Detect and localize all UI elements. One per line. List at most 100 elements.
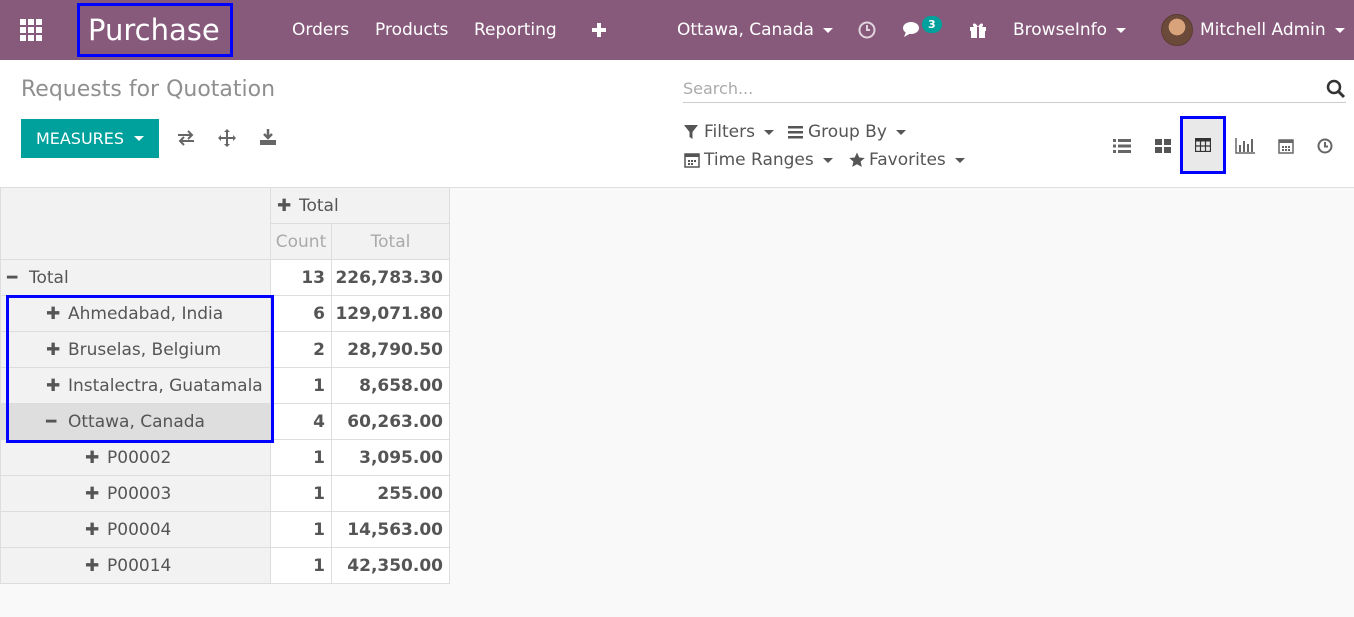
pivot-row-label: Bruselas, Belgium bbox=[68, 339, 222, 360]
search-input[interactable] bbox=[683, 75, 1303, 101]
pivot-row-header[interactable]: ✚ Bruselas, Belgium bbox=[0, 331, 271, 368]
pivot-cell-total[interactable]: 60,263.00 bbox=[331, 403, 450, 440]
chevron-down-icon bbox=[134, 136, 145, 141]
pivot-row-header[interactable]: ✚ P00003 bbox=[0, 475, 271, 512]
pivot-cell-count[interactable]: 6 bbox=[270, 295, 332, 332]
chevron-down-icon bbox=[822, 157, 833, 163]
table-row: ━ Ottawa, Canada 4 60,263.00 bbox=[0, 403, 450, 440]
pivot-col-header-label: Total bbox=[299, 195, 339, 216]
pivot-row-header[interactable]: ━ Ottawa, Canada bbox=[0, 403, 271, 440]
plus-icon: ✚ bbox=[46, 375, 61, 396]
company-switcher-label: Ottawa, Canada bbox=[677, 20, 814, 40]
plus-icon[interactable] bbox=[592, 0, 606, 60]
pivot-cell-total[interactable]: 255.00 bbox=[331, 475, 450, 512]
list-view-icon[interactable] bbox=[1108, 132, 1136, 160]
pivot-cell-count[interactable]: 1 bbox=[270, 475, 332, 512]
pivot-cell-total[interactable]: 226,783.30 bbox=[331, 259, 450, 296]
filters-dropdown[interactable]: Filters bbox=[684, 122, 774, 142]
measure-header-count[interactable]: Count bbox=[270, 223, 332, 260]
plus-icon: ✚ bbox=[277, 195, 292, 216]
menu-orders[interactable]: Orders bbox=[292, 0, 349, 60]
kanban-view-icon[interactable] bbox=[1149, 132, 1177, 160]
timeranges-dropdown[interactable]: Time Ranges bbox=[684, 150, 833, 170]
messages-count-badge: 3 bbox=[922, 16, 942, 33]
pivot-cell-total[interactable]: 14,563.00 bbox=[331, 511, 450, 548]
pivot-cell-total[interactable]: 42,350.00 bbox=[331, 547, 450, 584]
pivot-col-header-total[interactable]: ✚ Total bbox=[270, 187, 450, 224]
pivot-cell-total[interactable]: 129,071.80 bbox=[331, 295, 450, 332]
search-icon[interactable] bbox=[1326, 79, 1346, 99]
pivot-body: ━ Total 13 226,783.30 ✚ Ahmedabad, India 6 129,… bbox=[0, 259, 450, 584]
activity-view-icon[interactable] bbox=[1311, 132, 1339, 160]
measures-button[interactable]: MEASURES bbox=[21, 119, 159, 158]
control-panel: Requests for Quotation MEASURES Filters … bbox=[0, 60, 1354, 188]
pivot-cell-count[interactable]: 4 bbox=[270, 403, 332, 440]
gift-icon[interactable] bbox=[969, 0, 987, 60]
graph-view-icon[interactable] bbox=[1231, 132, 1259, 160]
chevron-down-icon bbox=[763, 129, 774, 135]
expand-all-icon[interactable] bbox=[216, 127, 238, 149]
plus-icon: ✚ bbox=[46, 339, 61, 360]
favorites-dropdown[interactable]: Favorites bbox=[849, 150, 965, 170]
pivot-view-icon[interactable] bbox=[1180, 116, 1226, 174]
chevron-down-icon bbox=[1116, 27, 1127, 33]
pivot-cell-total[interactable]: 3,095.00 bbox=[331, 439, 450, 476]
measures-button-label: MEASURES bbox=[35, 129, 125, 148]
calendar-view-icon[interactable] bbox=[1272, 132, 1300, 160]
pivot-row-header[interactable]: ✚ P00002 bbox=[0, 439, 271, 476]
pivot-cell-count[interactable]: 2 bbox=[270, 331, 332, 368]
table-row: ✚ P00004 1 14,563.00 bbox=[0, 511, 450, 548]
timeranges-label: Time Ranges bbox=[704, 150, 814, 170]
user-menu[interactable]: Mitchell Admin bbox=[1161, 0, 1345, 60]
menu-products[interactable]: Products bbox=[375, 0, 448, 60]
user-name: Mitchell Admin bbox=[1200, 20, 1326, 40]
browseinfo-menu[interactable]: BrowseInfo bbox=[1013, 0, 1127, 60]
table-row: ✚ Bruselas, Belgium 2 28,790.50 bbox=[0, 331, 450, 368]
pivot-cell-count[interactable]: 1 bbox=[270, 439, 332, 476]
clock-icon[interactable] bbox=[858, 0, 876, 60]
pivot-row-header[interactable]: ━ Total bbox=[0, 259, 271, 296]
table-row: ✚ P00014 1 42,350.00 bbox=[0, 547, 450, 584]
table-row: ✚ Ahmedabad, India 6 129,071.80 bbox=[0, 295, 450, 332]
groupby-label: Group By bbox=[808, 122, 887, 142]
plus-icon: ✚ bbox=[85, 483, 100, 504]
pivot-row-label: P00014 bbox=[107, 555, 172, 576]
pivot-row-label: Ahmedabad, India bbox=[68, 303, 224, 324]
pivot-row-label: Total bbox=[29, 267, 69, 288]
flip-axis-icon[interactable] bbox=[175, 127, 197, 149]
pivot-cell-total[interactable]: 28,790.50 bbox=[331, 331, 450, 368]
pivot-row-label: P00004 bbox=[107, 519, 172, 540]
pivot-row-header[interactable]: ✚ Instalectra, Guatamala bbox=[0, 367, 271, 404]
app-brand[interactable]: Purchase bbox=[77, 3, 233, 57]
pivot-table: ✚ Total Count Total ━ Total 13 226,783.30 ✚ Ah… bbox=[0, 187, 450, 584]
groupby-dropdown[interactable]: Group By bbox=[788, 122, 906, 142]
pivot-row-header[interactable]: ✚ Ahmedabad, India bbox=[0, 295, 271, 332]
chevron-down-icon bbox=[954, 157, 965, 163]
company-switcher[interactable]: Ottawa, Canada bbox=[677, 0, 833, 60]
pivot-row-label: P00003 bbox=[107, 483, 172, 504]
pivot-cell-count[interactable]: 1 bbox=[270, 547, 332, 584]
apps-menu-icon[interactable] bbox=[20, 0, 44, 60]
pivot-cell-count[interactable]: 1 bbox=[270, 367, 332, 404]
pivot-cell-count[interactable]: 1 bbox=[270, 511, 332, 548]
measure-header-total[interactable]: Total bbox=[331, 223, 450, 260]
pivot-row-header[interactable]: ✚ P00004 bbox=[0, 511, 271, 548]
table-row: ✚ P00002 1 3,095.00 bbox=[0, 439, 450, 476]
plus-icon: ✚ bbox=[46, 303, 61, 324]
pivot-cell-total[interactable]: 8,658.00 bbox=[331, 367, 450, 404]
plus-icon: ✚ bbox=[85, 447, 100, 468]
minus-icon: ━ bbox=[46, 411, 57, 432]
pivot-row-label: Ottawa, Canada bbox=[68, 411, 205, 432]
breadcrumb[interactable]: Requests for Quotation bbox=[21, 77, 275, 102]
avatar bbox=[1161, 14, 1193, 46]
messages-icon[interactable] bbox=[903, 0, 923, 60]
pivot-cell-count[interactable]: 13 bbox=[270, 259, 332, 296]
browseinfo-menu-label: BrowseInfo bbox=[1013, 20, 1108, 40]
menu-reporting[interactable]: Reporting bbox=[474, 0, 557, 60]
search-bar bbox=[683, 75, 1346, 103]
download-icon[interactable] bbox=[257, 126, 279, 148]
table-row: ✚ Instalectra, Guatamala 1 8,658.00 bbox=[0, 367, 450, 404]
minus-icon: ━ bbox=[7, 267, 18, 288]
pivot-row-label: Instalectra, Guatamala bbox=[68, 375, 263, 396]
pivot-row-header[interactable]: ✚ P00014 bbox=[0, 547, 271, 584]
